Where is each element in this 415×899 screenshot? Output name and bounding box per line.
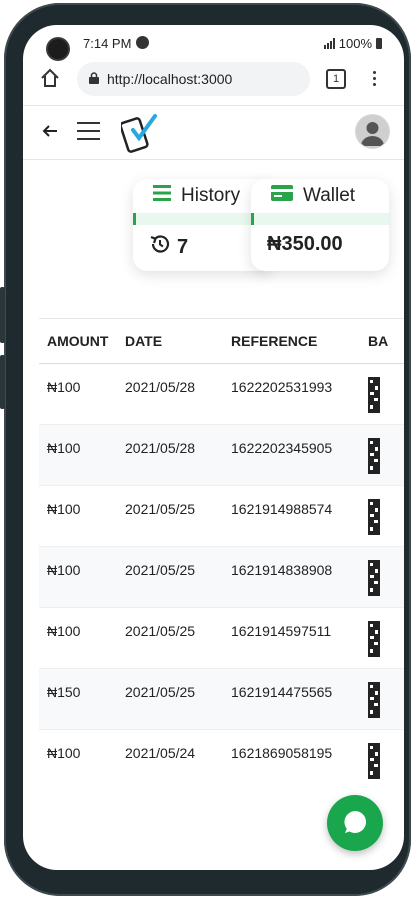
app-header (23, 105, 404, 160)
table-row[interactable]: ₦100 2021/05/25 1621914838908 (39, 547, 404, 608)
battery-icon (376, 38, 382, 49)
qr-code-icon[interactable] (368, 670, 404, 721)
table-row[interactable]: ₦100 2021/05/25 1621914597511 (39, 608, 404, 669)
hamburger-menu-icon[interactable] (77, 122, 100, 140)
status-right: 100% (323, 36, 382, 51)
tab-switcher-button[interactable]: 1 (326, 69, 346, 89)
url-text: http://localhost:3000 (107, 71, 233, 87)
cell-reference: 1621914475565 (231, 684, 333, 700)
list-icon (153, 185, 171, 207)
volume-button (0, 287, 5, 343)
signal-icon (323, 38, 335, 49)
qr-code-icon[interactable] (368, 609, 404, 660)
phone-frame: 7:14 PM 100% http://localhost:3000 1 His… (0, 3, 411, 896)
chat-bubble-icon (327, 810, 383, 855)
cell-reference: 1621914988574 (231, 501, 333, 517)
back-arrow-icon[interactable] (41, 123, 59, 144)
status-bar: 7:14 PM 100% (23, 25, 404, 59)
spotify-icon (136, 36, 149, 49)
wallet-balance: ₦350.00 (267, 233, 343, 255)
table-row[interactable]: ₦100 2021/05/24 1621869058195 (39, 730, 404, 790)
qr-code-icon[interactable] (368, 487, 404, 538)
cell-amount: ₦100 (47, 379, 81, 395)
header-date: DATE (125, 333, 163, 349)
browser-toolbar: http://localhost:3000 1 (23, 59, 404, 103)
screen: 7:14 PM 100% http://localhost:3000 1 His… (23, 25, 404, 870)
cell-date: 2021/05/24 (125, 745, 196, 761)
wallet-card-band (251, 213, 389, 225)
cell-date: 2021/05/28 (125, 440, 196, 456)
cell-amount: ₦100 (47, 440, 81, 456)
cell-amount: ₦100 (47, 501, 81, 517)
user-avatar[interactable] (356, 115, 389, 148)
cell-date: 2021/05/28 (125, 379, 196, 395)
table-row[interactable]: ₦100 2021/05/25 1621914988574 (39, 486, 404, 547)
cell-amount: ₦100 (47, 745, 81, 761)
table-row[interactable]: ₦150 2021/05/25 1621914475565 (39, 669, 404, 730)
wallet-card-value-row: ₦350.00 (251, 225, 389, 256)
cell-reference: 1621914838908 (231, 562, 333, 578)
header-barcode: BA (368, 333, 389, 349)
history-card-label: History (181, 185, 241, 206)
home-icon[interactable] (39, 67, 61, 94)
more-options-icon[interactable] (373, 71, 376, 86)
cell-reference: 1621914597511 (231, 623, 332, 639)
qr-code-icon[interactable] (368, 548, 404, 599)
wallet-card[interactable]: Wallet ₦350.00 (251, 179, 389, 271)
chat-button[interactable] (327, 795, 383, 851)
header-amount: AMOUNT (47, 333, 109, 349)
table-row[interactable]: ₦100 2021/05/28 1622202345905 (39, 425, 404, 486)
credit-card-icon (271, 185, 293, 207)
cell-reference: 1621869058195 (231, 745, 333, 761)
cell-date: 2021/05/25 (125, 562, 196, 578)
cell-amount: ₦100 (47, 623, 81, 639)
qr-code-icon[interactable] (368, 426, 404, 477)
history-icon (149, 233, 171, 261)
power-button (0, 355, 5, 409)
table-row[interactable]: ₦100 2021/05/28 1622202531993 (39, 364, 404, 425)
qr-code-icon[interactable] (368, 731, 404, 782)
table-header: AMOUNT DATE REFERENCE BA (39, 318, 404, 364)
cell-reference: 1622202531993 (231, 379, 333, 395)
lock-icon (89, 71, 99, 87)
cell-date: 2021/05/25 (125, 684, 196, 700)
cell-amount: ₦150 (47, 684, 81, 700)
wallet-card-label: Wallet (303, 185, 356, 206)
battery-level: 100% (338, 36, 372, 51)
url-field[interactable]: http://localhost:3000 (77, 62, 310, 96)
header-reference: REFERENCE (231, 333, 318, 349)
front-camera (48, 39, 68, 59)
cell-reference: 1622202345905 (231, 440, 333, 456)
qr-code-icon[interactable] (368, 365, 404, 416)
wallet-card-header: Wallet (251, 179, 389, 213)
status-time: 7:14 PM (83, 36, 132, 51)
cell-date: 2021/05/25 (125, 623, 196, 639)
cell-amount: ₦100 (47, 562, 81, 578)
cell-date: 2021/05/25 (125, 501, 196, 517)
transactions-table: AMOUNT DATE REFERENCE BA ₦100 2021/05/28… (39, 318, 404, 790)
history-count: 7 (177, 235, 189, 258)
app-logo (119, 112, 159, 159)
